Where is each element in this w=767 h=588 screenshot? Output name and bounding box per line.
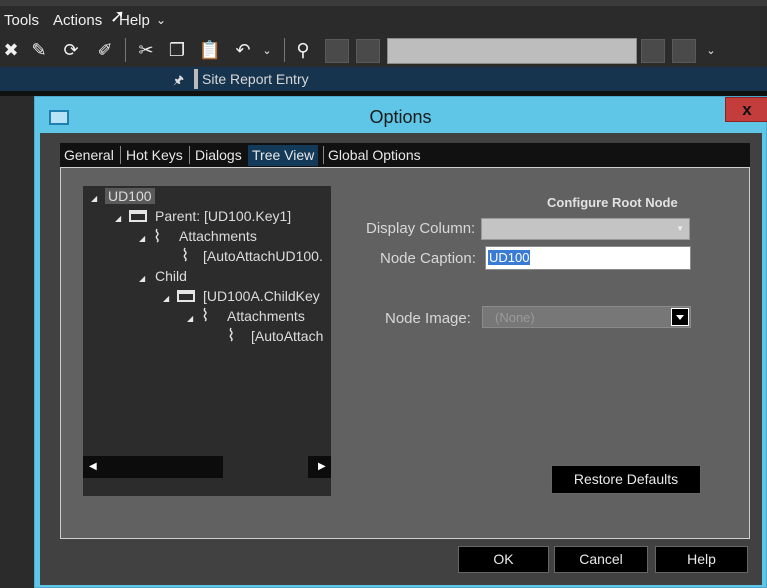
node-caption-input[interactable]: UD100 xyxy=(485,246,691,270)
toolbar-separator xyxy=(284,38,285,62)
paste-icon[interactable]: 📋 xyxy=(199,38,221,62)
toolbar-separator xyxy=(125,38,126,62)
dialog-body: General Hot Keys Dialogs Tree View Globa… xyxy=(40,133,762,585)
options-dialog: Options x General Hot Keys Dialogs Tree … xyxy=(34,96,767,588)
tree-node-parent[interactable]: Parent: [UD100.Key1] xyxy=(155,208,291,224)
pin-icon[interactable]: 🖈 xyxy=(173,71,184,92)
tree-preview[interactable]: ◢ UD100 ◢ Parent: [UD100.Key1] ◢ ⌇ Attac… xyxy=(83,186,331,496)
menu-actions[interactable]: Actions xyxy=(53,12,102,29)
collapse-icon[interactable]: ◢ xyxy=(139,234,145,243)
node-caption-label: Node Caption: xyxy=(380,250,476,267)
copy-icon[interactable]: ❐ xyxy=(166,38,188,62)
last-record-button[interactable] xyxy=(672,39,696,63)
panel-splitter[interactable] xyxy=(194,69,198,89)
collapse-icon[interactable]: ◢ xyxy=(187,314,193,323)
node-image-value: (None) xyxy=(495,310,535,325)
tab-tree-view[interactable]: Tree View xyxy=(248,145,319,166)
tree-node-childkey[interactable]: [UD100A.ChildKey xyxy=(203,288,320,304)
node-caption-value: UD100 xyxy=(488,250,531,265)
tree-node-root[interactable]: UD100 xyxy=(105,188,155,204)
tree-node-autoattach[interactable]: [AutoAttach xyxy=(251,328,323,344)
paperclip-icon: ⌇ xyxy=(153,227,162,246)
dialog-title: Options xyxy=(369,107,432,127)
tree-node-child[interactable]: Child xyxy=(155,268,187,284)
refresh-icon[interactable]: ⟳ xyxy=(60,38,82,62)
folder-icon xyxy=(177,290,195,302)
tab-strip: General Hot Keys Dialogs Tree View Globa… xyxy=(60,143,750,167)
paperclip-icon: ⌇ xyxy=(181,246,190,265)
next-record-button[interactable] xyxy=(641,39,665,63)
collapse-icon[interactable]: ◢ xyxy=(139,274,145,283)
collapse-icon[interactable]: ◢ xyxy=(115,214,121,223)
config-title: Configure Root Node xyxy=(547,195,678,210)
paperclip-icon: ⌇ xyxy=(201,306,210,325)
delete-icon[interactable]: ✖ xyxy=(0,38,22,62)
tree-node-attachments[interactable]: Attachments xyxy=(179,228,257,244)
mouse-cursor-icon: ➚ xyxy=(110,6,126,26)
chevron-down-icon: ▼ xyxy=(676,224,684,233)
first-record-button[interactable] xyxy=(325,39,349,63)
folder-icon xyxy=(129,210,147,222)
undo-icon[interactable]: ↶ xyxy=(232,38,254,62)
collapse-icon[interactable]: ◢ xyxy=(163,294,169,303)
entry-title[interactable]: Site Report Entry xyxy=(202,71,309,87)
display-column-select[interactable]: ▼ xyxy=(481,218,690,240)
entry-bar: 🖈 Site Report Entry xyxy=(0,67,767,91)
collapse-icon[interactable]: ◢ xyxy=(91,194,97,203)
scroll-left-icon[interactable]: ◀ xyxy=(89,461,97,472)
ok-button[interactable]: OK xyxy=(458,546,549,573)
undo-dropdown-icon[interactable]: ⌄ xyxy=(256,38,278,62)
horizontal-scrollbar[interactable]: ◀ ▶ xyxy=(83,456,331,478)
cut-icon[interactable]: ✂ xyxy=(135,38,157,62)
menu-tools[interactable]: Tools xyxy=(4,12,39,29)
tab-global-options[interactable]: Global Options xyxy=(324,145,425,166)
tab-divider xyxy=(189,146,190,164)
display-column-label: Display Column: xyxy=(366,220,476,237)
scrollbar-thumb[interactable] xyxy=(223,456,308,478)
binoculars-icon[interactable]: ⚲ xyxy=(292,38,314,62)
toolbar-overflow-icon[interactable]: ⌄ xyxy=(700,38,722,62)
paperclip-icon: ⌇ xyxy=(227,326,236,345)
tab-hot-keys[interactable]: Hot Keys xyxy=(122,145,187,166)
restore-defaults-button[interactable]: Restore Defaults xyxy=(551,465,701,494)
cancel-button[interactable]: Cancel xyxy=(554,546,648,573)
menu-bar: Tools Actions Help ⌄ ➚ xyxy=(0,6,767,34)
tab-dialogs[interactable]: Dialogs xyxy=(191,145,246,166)
toolbar: ✖ ✎ ⟳ ✐ ✂ ❐ 📋 ↶ ⌄ ⚲ ⌄ xyxy=(0,34,767,67)
close-button[interactable]: x xyxy=(725,97,767,122)
scroll-right-icon[interactable]: ▶ xyxy=(318,461,326,472)
node-image-label: Node Image: xyxy=(385,310,471,327)
node-image-select[interactable]: (None) xyxy=(482,306,691,328)
dropdown-button[interactable] xyxy=(671,308,689,326)
tab-general[interactable]: General xyxy=(60,145,118,166)
previous-record-button[interactable] xyxy=(356,39,380,63)
help-button[interactable]: Help xyxy=(655,546,748,573)
tab-divider xyxy=(120,146,121,164)
menu-overflow-icon[interactable]: ⌄ xyxy=(156,13,166,27)
record-selector[interactable] xyxy=(387,38,637,64)
tree-node-autoattach[interactable]: [AutoAttachUD100. xyxy=(203,248,323,264)
edit-pencil-icon[interactable]: ✎ xyxy=(28,38,50,62)
tree-view-panel: ◢ UD100 ◢ Parent: [UD100.Key1] ◢ ⌇ Attac… xyxy=(60,167,750,539)
clear-brush-icon[interactable]: ✐ xyxy=(94,38,116,62)
tree-node-attachments[interactable]: Attachments xyxy=(227,308,305,324)
